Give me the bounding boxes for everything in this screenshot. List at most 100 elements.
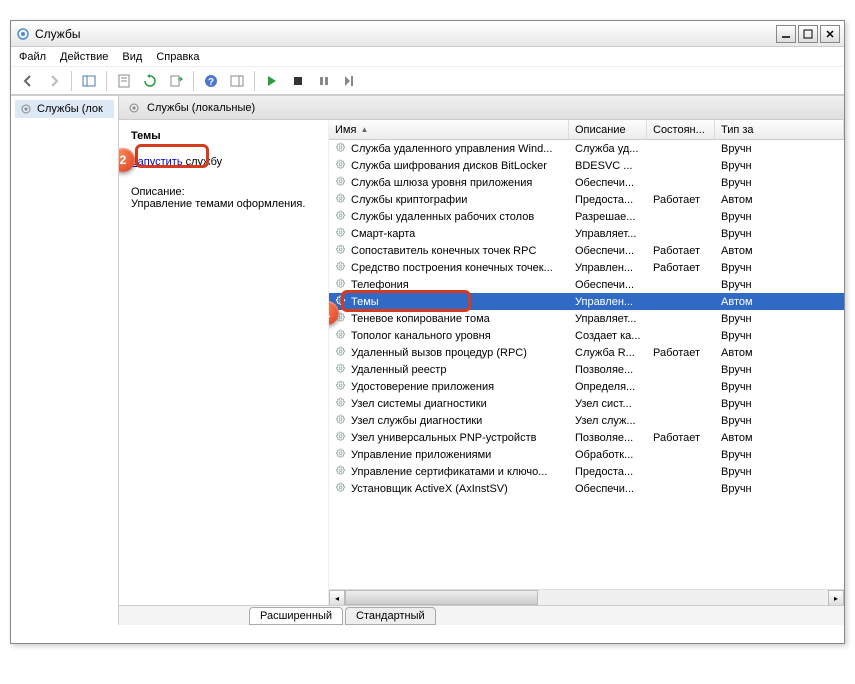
- help-button[interactable]: ?: [200, 70, 222, 92]
- properties-button[interactable]: [113, 70, 135, 92]
- navigation-tree[interactable]: Службы (лок: [11, 96, 119, 625]
- separator: [71, 71, 72, 91]
- services-window: Службы Файл Действие Вид Справка ?: [10, 20, 845, 644]
- scroll-track[interactable]: [345, 590, 828, 605]
- action-pane-button[interactable]: [226, 70, 248, 92]
- service-name: Средство построения конечных точек...: [351, 262, 553, 274]
- scroll-thumb[interactable]: [345, 590, 538, 605]
- stop-service-button[interactable]: [287, 70, 309, 92]
- tab-extended[interactable]: Расширенный: [249, 607, 343, 625]
- show-hide-tree-button[interactable]: [78, 70, 100, 92]
- horizontal-scrollbar[interactable]: ◂ ▸: [329, 589, 844, 605]
- start-service-link[interactable]: Запустить: [131, 156, 183, 168]
- scroll-right-button[interactable]: ▸: [828, 590, 844, 605]
- column-startup-type[interactable]: Тип за: [715, 120, 844, 139]
- service-row[interactable]: Сопоставитель конечных точек RPCОбеспечи…: [329, 242, 844, 259]
- service-startup-type: Вручн: [715, 330, 844, 342]
- service-name: Удаленный реестр: [351, 364, 446, 376]
- services-icon: [15, 26, 31, 42]
- scroll-left-button[interactable]: ◂: [329, 590, 345, 605]
- service-row[interactable]: Служба шифрования дисков BitLockerBDESVC…: [329, 157, 844, 174]
- gear-icon: [333, 278, 347, 292]
- gear-icon: [333, 261, 347, 275]
- service-name: Смарт-карта: [351, 228, 415, 240]
- service-startup-type: Вручн: [715, 364, 844, 376]
- service-startup-type: Вручн: [715, 228, 844, 240]
- service-row[interactable]: Средство построения конечных точек...Упр…: [329, 259, 844, 276]
- pane-header: Службы (локальные): [119, 96, 844, 120]
- menu-view[interactable]: Вид: [122, 51, 142, 63]
- service-description: Предоста...: [569, 466, 647, 478]
- service-row[interactable]: Службы криптографииПредоста...РаботаетАв…: [329, 191, 844, 208]
- content-area: Службы (лок Службы (локальные) Темы Запу…: [11, 95, 844, 625]
- service-name: Удаленный вызов процедур (RPC): [351, 347, 527, 359]
- service-row[interactable]: ТелефонияОбеспечи...Вручн: [329, 276, 844, 293]
- service-name: Узел службы диагностики: [351, 415, 482, 427]
- gear-icon: [333, 414, 347, 428]
- service-row[interactable]: Управление сертификатами и ключо...Предо…: [329, 463, 844, 480]
- pane-header-text: Службы (локальные): [147, 102, 255, 114]
- service-description: Обеспечи...: [569, 483, 647, 495]
- restart-service-button[interactable]: [339, 70, 361, 92]
- service-startup-type: Вручн: [715, 466, 844, 478]
- menubar: Файл Действие Вид Справка: [11, 47, 844, 67]
- service-startup-type: Вручн: [715, 262, 844, 274]
- pause-service-button[interactable]: [313, 70, 335, 92]
- service-row[interactable]: Службы удаленных рабочих столовРазрешае.…: [329, 208, 844, 225]
- service-startup-type: Вручн: [715, 211, 844, 223]
- start-service-button[interactable]: [261, 70, 283, 92]
- service-row[interactable]: Удаленный реестрПозволяе...Вручн: [329, 361, 844, 378]
- service-description: Создает ка...: [569, 330, 647, 342]
- service-list-pane: Имя▲ Описание Состоян... Тип за Служба у…: [329, 120, 844, 605]
- service-row[interactable]: Установщик ActiveX (AxInstSV)Обеспечи...…: [329, 480, 844, 497]
- gear-icon: [333, 193, 347, 207]
- refresh-button[interactable]: [139, 70, 161, 92]
- service-row[interactable]: Смарт-картаУправляет...Вручн: [329, 225, 844, 242]
- service-row[interactable]: ТемыУправлен...Автом: [329, 293, 844, 310]
- service-row[interactable]: Удостоверение приложенияОпределя...Вручн: [329, 378, 844, 395]
- export-button[interactable]: [165, 70, 187, 92]
- service-name: Службы удаленных рабочих столов: [351, 211, 534, 223]
- column-state[interactable]: Состоян...: [647, 120, 715, 139]
- titlebar[interactable]: Службы: [11, 21, 844, 47]
- maximize-button[interactable]: [798, 25, 818, 43]
- service-row[interactable]: Узел системы диагностикиУзел сист...Вруч…: [329, 395, 844, 412]
- service-state: Работает: [647, 347, 715, 359]
- service-row[interactable]: Теневое копирование томаУправляет...Вруч…: [329, 310, 844, 327]
- service-row[interactable]: Тополог канального уровняСоздает ка...Вр…: [329, 327, 844, 344]
- service-row[interactable]: Служба шлюза уровня приложенияОбеспечи..…: [329, 174, 844, 191]
- service-state: Работает: [647, 194, 715, 206]
- service-row[interactable]: Служба удаленного управления Wind...Служ…: [329, 140, 844, 157]
- service-startup-type: Автом: [715, 245, 844, 257]
- service-startup-type: Вручн: [715, 483, 844, 495]
- service-row[interactable]: Управление приложениямиОбработк...Вручн: [329, 446, 844, 463]
- column-name[interactable]: Имя▲: [329, 120, 569, 139]
- service-list[interactable]: Служба удаленного управления Wind...Служ…: [329, 140, 844, 589]
- menu-file[interactable]: Файл: [19, 51, 46, 63]
- service-startup-type: Автом: [715, 194, 844, 206]
- service-row[interactable]: Удаленный вызов процедур (RPC)Служба R..…: [329, 344, 844, 361]
- back-button[interactable]: [17, 70, 39, 92]
- service-row[interactable]: Узел универсальных PNP-устройствПозволяе…: [329, 429, 844, 446]
- service-startup-type: Автом: [715, 296, 844, 308]
- service-startup-type: Вручн: [715, 449, 844, 461]
- sort-asc-icon: ▲: [360, 125, 368, 134]
- gear-icon: [333, 244, 347, 258]
- service-name: Сопоставитель конечных точек RPC: [351, 245, 536, 257]
- forward-button[interactable]: [43, 70, 65, 92]
- service-startup-type: Вручн: [715, 160, 844, 172]
- minimize-button[interactable]: [776, 25, 796, 43]
- svg-text:?: ?: [208, 77, 214, 88]
- tree-root-services[interactable]: Службы (лок: [15, 100, 114, 118]
- service-row[interactable]: Узел службы диагностикиУзел служ...Вручн: [329, 412, 844, 429]
- close-button[interactable]: [820, 25, 840, 43]
- start-service-line: Запустить службу: [131, 156, 316, 168]
- gear-icon: [333, 397, 347, 411]
- service-name: Телефония: [351, 279, 409, 291]
- service-startup-type: Вручн: [715, 398, 844, 410]
- column-description[interactable]: Описание: [569, 120, 647, 139]
- service-startup-type: Вручн: [715, 415, 844, 427]
- menu-action[interactable]: Действие: [60, 51, 108, 63]
- menu-help[interactable]: Справка: [156, 51, 199, 63]
- tab-standard[interactable]: Стандартный: [345, 607, 436, 625]
